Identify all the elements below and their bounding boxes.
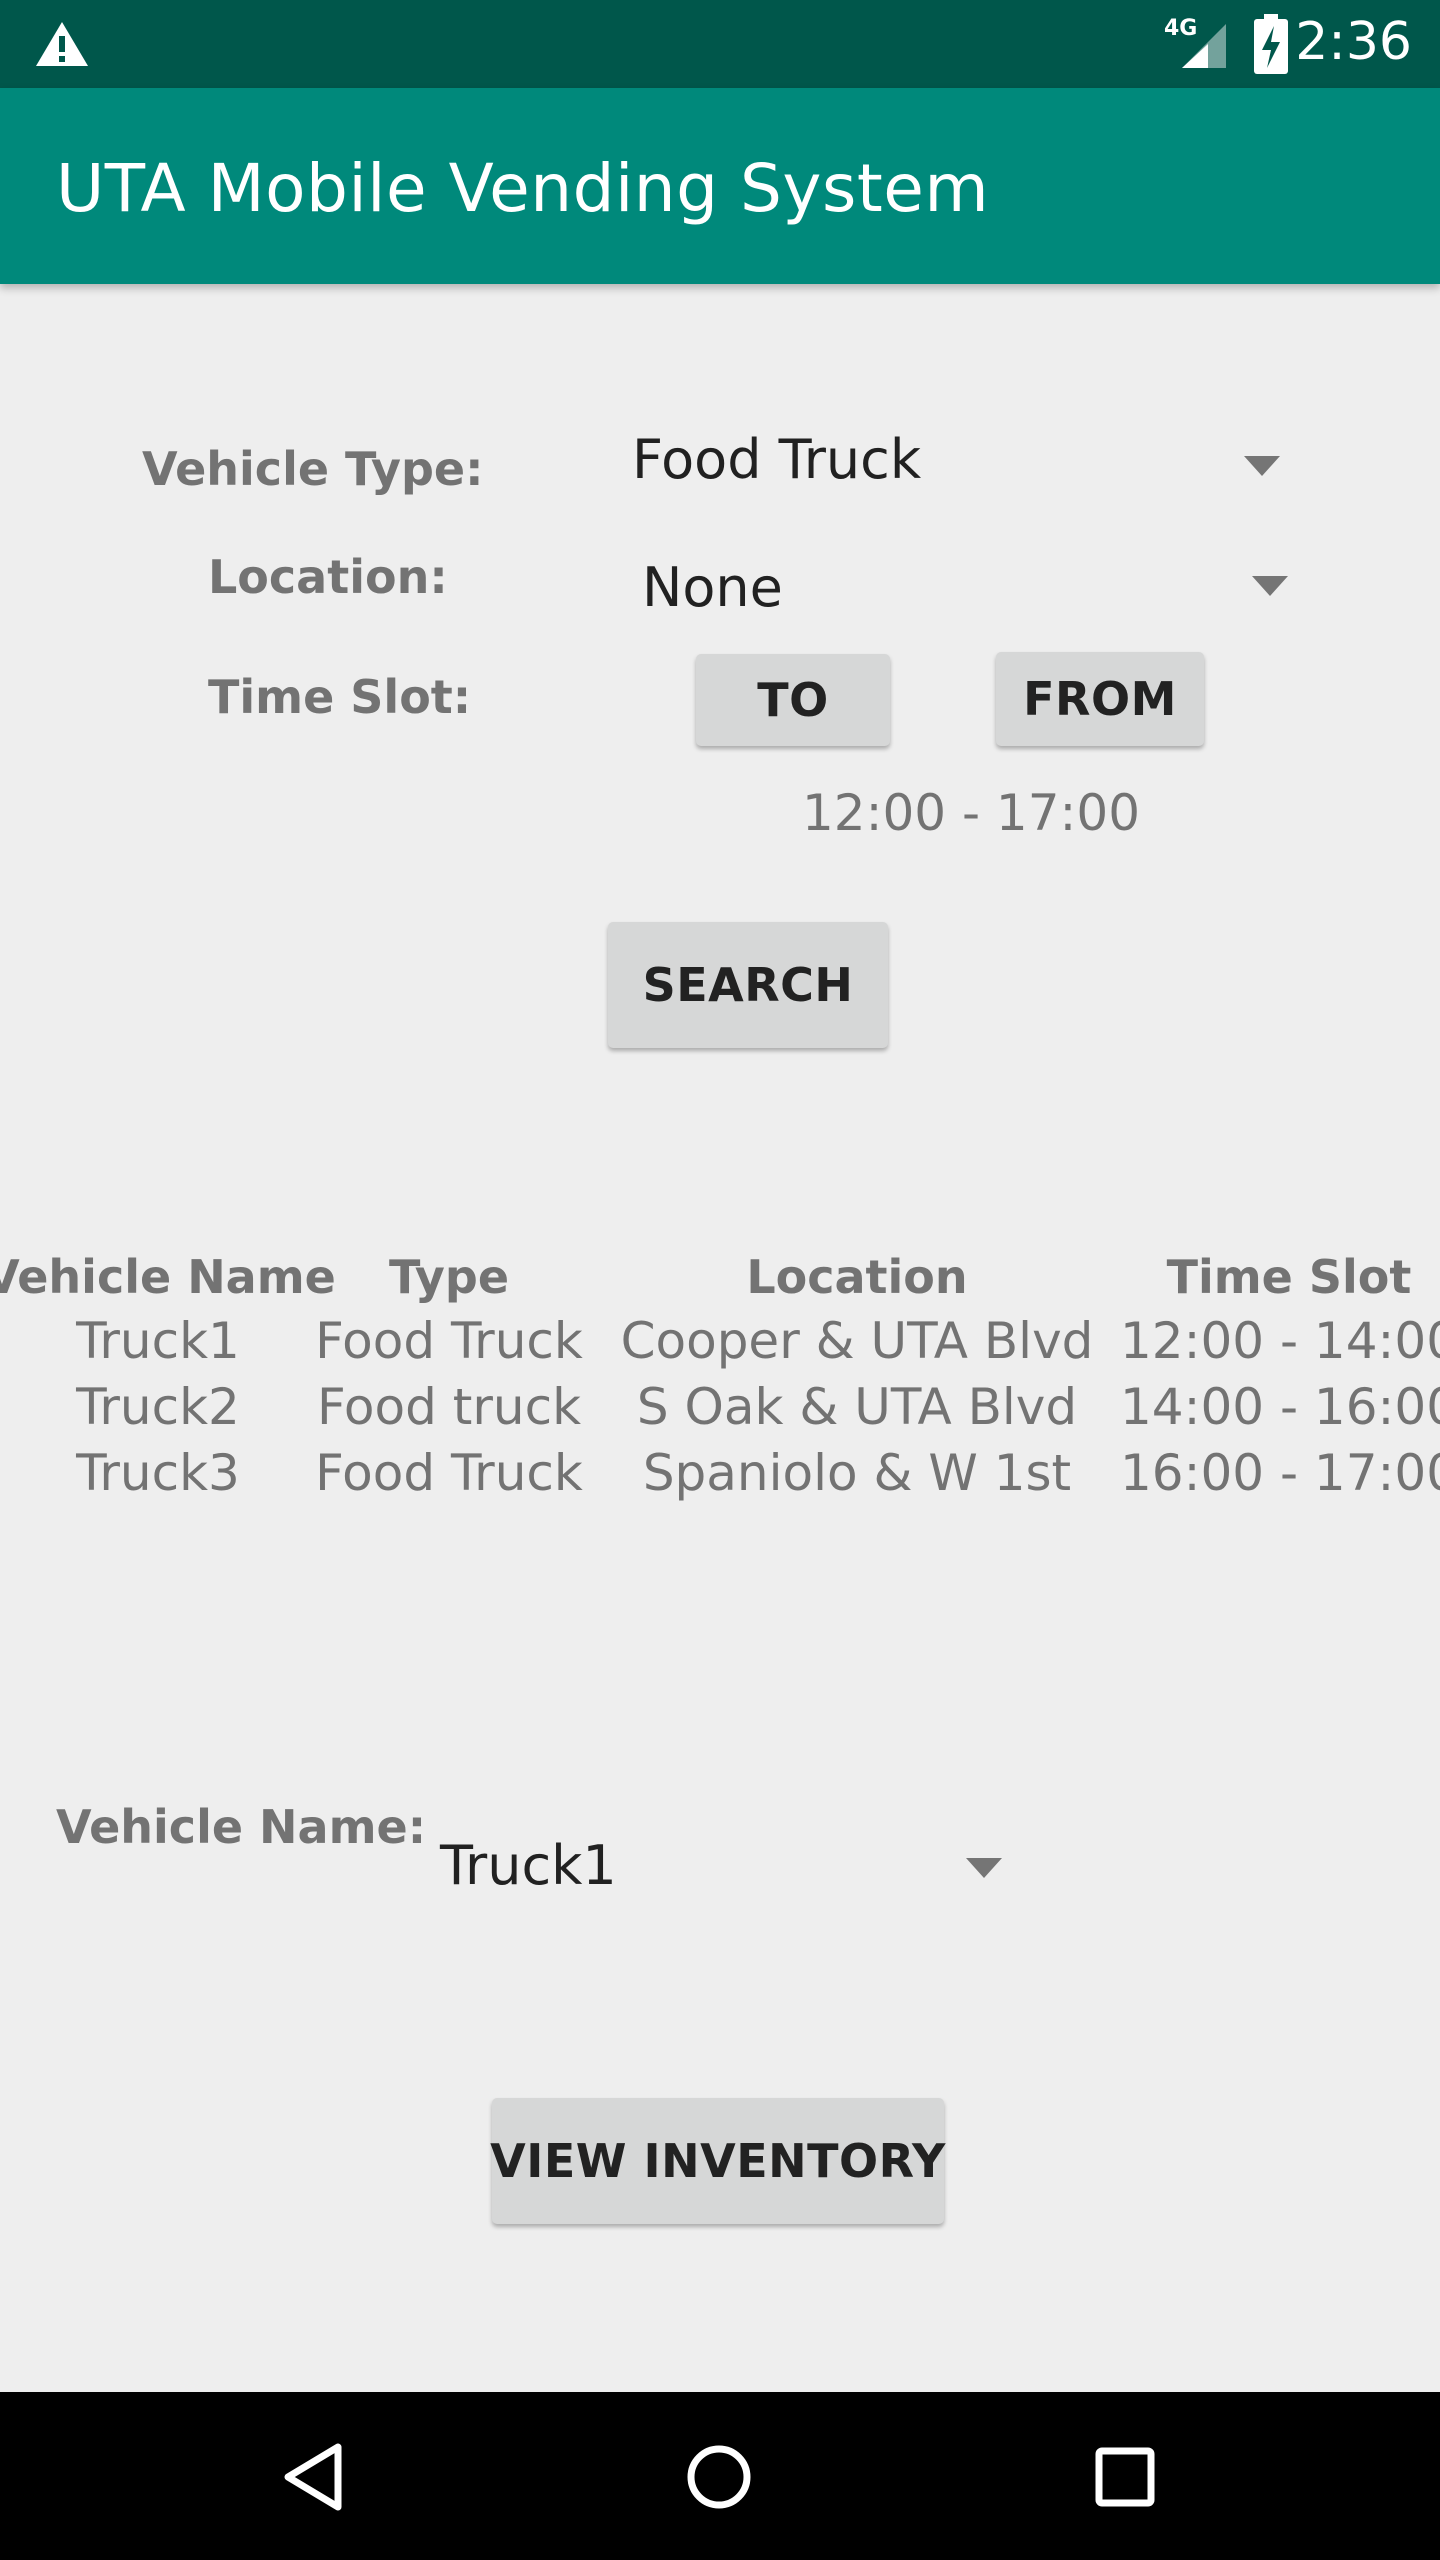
vehicle-type-spinner[interactable]: Food Truck: [620, 410, 1300, 510]
cell-time-slot: 16:00 - 17:00: [1119, 1444, 1440, 1502]
cell-type: Food truck: [316, 1378, 582, 1436]
cell-time-slot: 14:00 - 16:00: [1119, 1378, 1440, 1436]
cell-type: Food Truck: [315, 1312, 583, 1370]
vehicle-name-value: Truck1: [440, 1834, 617, 1897]
vehicle-type-label: Vehicle Type:: [142, 442, 484, 496]
app-bar: UTA Mobile Vending System: [0, 88, 1440, 284]
cell-time-slot: 12:00 - 14:00: [1119, 1312, 1440, 1370]
cell-location: S Oak & UTA Blvd: [636, 1378, 1078, 1436]
time-range-text: 12:00 - 17:00: [802, 784, 1141, 842]
cell-vehicle-name: Truck3: [76, 1444, 240, 1502]
cell-vehicle-name: Truck2: [76, 1378, 240, 1436]
status-bar: 4G 2:36: [0, 0, 1440, 88]
cell-type: Food Truck: [315, 1444, 583, 1502]
cell-location: Cooper & UTA Blvd: [620, 1312, 1094, 1370]
time-slot-label: Time Slot:: [208, 670, 472, 724]
warning-icon: [36, 22, 88, 66]
column-header-type: Type: [388, 1250, 510, 1304]
column-header-time-slot: Time Slot: [1166, 1250, 1412, 1304]
location-spinner[interactable]: None: [630, 540, 1310, 640]
vehicle-name-label: Vehicle Name:: [56, 1800, 427, 1854]
dropdown-arrow-icon: [1252, 576, 1288, 596]
dropdown-arrow-icon: [1244, 456, 1280, 476]
cell-vehicle-name: Truck1: [76, 1312, 240, 1370]
status-time: 2:36: [1295, 12, 1412, 72]
signal-icon: [1182, 24, 1226, 68]
back-icon[interactable]: [282, 2442, 346, 2512]
vehicle-name-spinner[interactable]: Truck1: [430, 1820, 1020, 1920]
cell-location: Spaniolo & W 1st: [642, 1444, 1072, 1502]
view-inventory-button[interactable]: VIEW INVENTORY: [490, 2098, 945, 2224]
column-header-location: Location: [746, 1250, 968, 1304]
dropdown-arrow-icon: [966, 1858, 1002, 1878]
location-value: None: [642, 556, 783, 619]
app-title: UTA Mobile Vending System: [56, 150, 990, 227]
column-header-vehicle-name: Vehicle Name: [0, 1250, 336, 1304]
search-button[interactable]: SEARCH: [608, 922, 888, 1048]
home-icon[interactable]: [686, 2444, 752, 2510]
navigation-bar: [0, 2392, 1440, 2560]
battery-charging-icon: [1254, 14, 1288, 74]
location-label: Location:: [208, 550, 448, 604]
vehicle-type-value: Food Truck: [632, 428, 922, 491]
recents-icon[interactable]: [1094, 2446, 1156, 2508]
results-table: Vehicle Name Type Location Time Slot Tru…: [0, 1244, 1440, 1524]
from-button[interactable]: FROM: [996, 652, 1204, 746]
to-button[interactable]: TO: [696, 654, 890, 746]
